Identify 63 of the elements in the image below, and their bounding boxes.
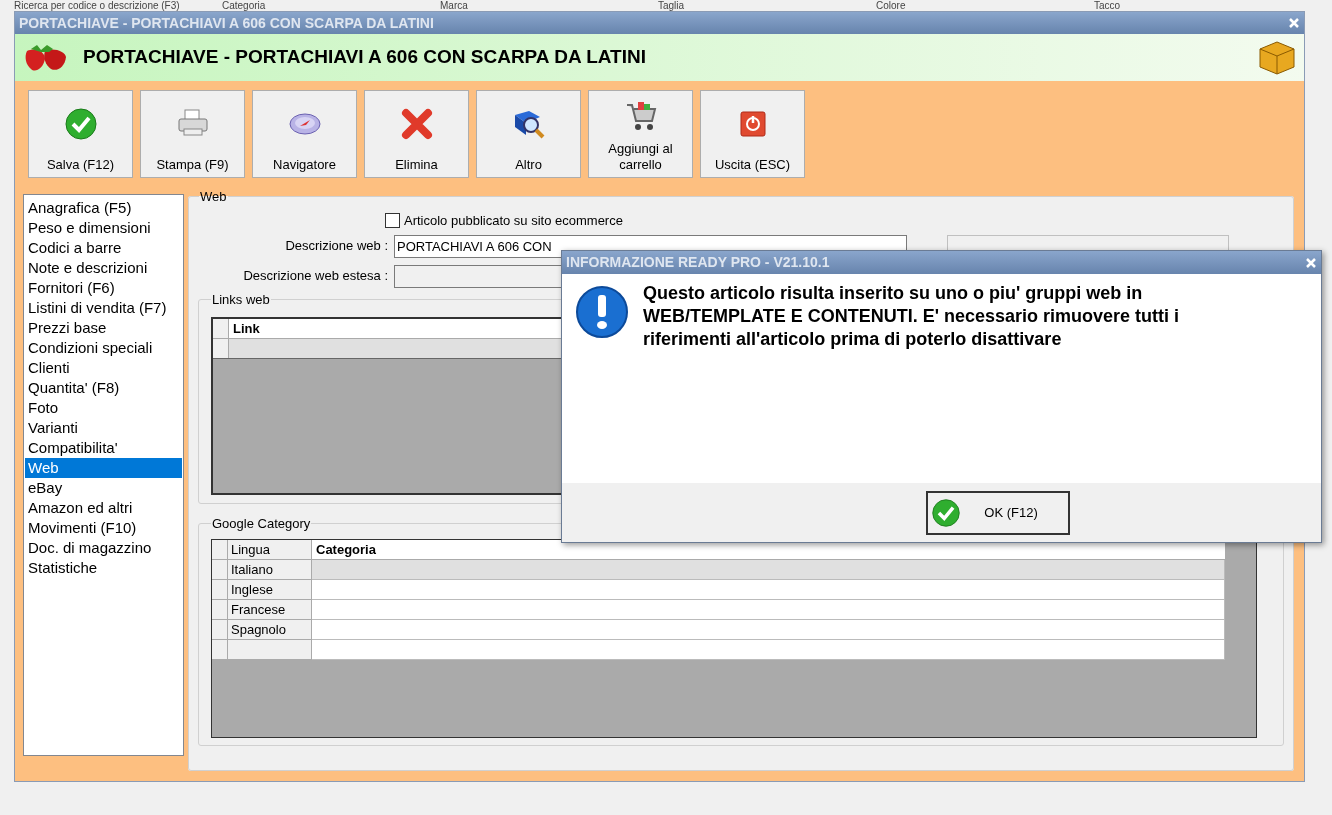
section-item[interactable]: Fornitori (F6) (25, 278, 182, 298)
section-item[interactable]: Doc. di magazzino (25, 538, 182, 558)
language-cell: Italiano (228, 560, 312, 580)
toolbar-button[interactable]: Aggiungi al carrello (588, 90, 693, 178)
close-icon[interactable] (1305, 256, 1317, 269)
exclamation-icon (575, 285, 629, 339)
section-item[interactable]: Web (25, 458, 182, 478)
section-item[interactable]: Compatibilita' (25, 438, 182, 458)
section-item[interactable]: Condizioni speciali (25, 338, 182, 358)
toolbar-button[interactable]: Uscita (ESC) (700, 90, 805, 178)
toolbar-button[interactable]: Altro (476, 90, 581, 178)
category-cell[interactable] (312, 600, 1225, 620)
section-item[interactable]: eBay (25, 478, 182, 498)
section-item[interactable]: Codici a barre (25, 238, 182, 258)
group-legend: Google Category (211, 513, 312, 533)
cross-icon (399, 107, 434, 141)
language-cell: Inglese (228, 580, 312, 600)
language-cell: Francese (228, 600, 312, 620)
section-item[interactable]: Anagrafica (F5) (25, 198, 182, 218)
field-label: Descrizione web estesa : (242, 267, 388, 286)
filter-label: Tacco (1094, 0, 1122, 11)
filter-label: Categoria (222, 0, 267, 11)
language-cell: Spagnolo (228, 620, 312, 640)
toolbar-button[interactable]: Navigatore (252, 90, 357, 178)
column-header: Categoria (315, 541, 377, 559)
section-item[interactable]: Listini di vendita (F7) (25, 298, 182, 318)
ok-button[interactable]: OK (F12) (925, 490, 1070, 535)
strawberry-icon (23, 42, 69, 73)
dialog-message: Questo articolo risulta inserito su uno o piu' gruppi web in WEB/TEMPLATE E CONTENUTI. E' necessario rimuovere tutti i riferimenti all'articolo prima di poterlo disattivare (643, 282, 1181, 351)
column-header: Lingua (228, 540, 312, 559)
section-item[interactable]: Varianti (25, 418, 182, 438)
check-icon (63, 107, 98, 141)
section-item[interactable]: Statistiche (25, 558, 182, 578)
close-icon[interactable] (1288, 17, 1300, 29)
checkbox-label: Articolo pubblicato su sito ecommerce (404, 211, 623, 230)
toolbar-button[interactable]: Salva (F12) (28, 90, 133, 178)
category-cell[interactable] (312, 580, 1225, 600)
filter-label: Ricerca per codice o descrizione (F3) (14, 0, 181, 11)
section-item[interactable]: Quantita' (F8) (25, 378, 182, 398)
toolbar-button[interactable]: Stampa (F9) (140, 90, 245, 178)
check-icon (930, 497, 961, 528)
published-checkbox[interactable] (385, 213, 400, 228)
toolbar-button[interactable]: Elimina (364, 90, 469, 178)
section-item[interactable]: Peso e dimensioni (25, 218, 182, 238)
section-item[interactable]: Amazon ed altri (25, 498, 182, 518)
column-header: Link (232, 320, 261, 338)
box-icon (1258, 39, 1296, 76)
panel-legend: Web (199, 187, 228, 207)
article-heading: PORTACHIAVE - PORTACHIAVI A 606 CON SCARPA DA LATINI (83, 45, 647, 70)
category-cell[interactable] (312, 640, 1225, 660)
category-cell[interactable] (312, 620, 1225, 640)
field-label: Descrizione web : (284, 237, 388, 256)
window-title: PORTACHIAVE - PORTACHIAVI A 606 CON SCARPA DA LATINI (19, 13, 434, 33)
filter-label: Taglia (658, 0, 686, 11)
section-item[interactable]: Note e descrizioni (25, 258, 182, 278)
section-item[interactable]: Foto (25, 398, 182, 418)
section-item[interactable]: Movimenti (F10) (25, 518, 182, 538)
filter-label: Marca (440, 0, 469, 11)
filter-label: Colore (876, 0, 907, 11)
section-item[interactable]: Clienti (25, 358, 182, 378)
group-legend: Links web (211, 289, 271, 309)
section-item[interactable]: Prezzi base (25, 318, 182, 338)
category-cell[interactable] (312, 560, 1225, 580)
